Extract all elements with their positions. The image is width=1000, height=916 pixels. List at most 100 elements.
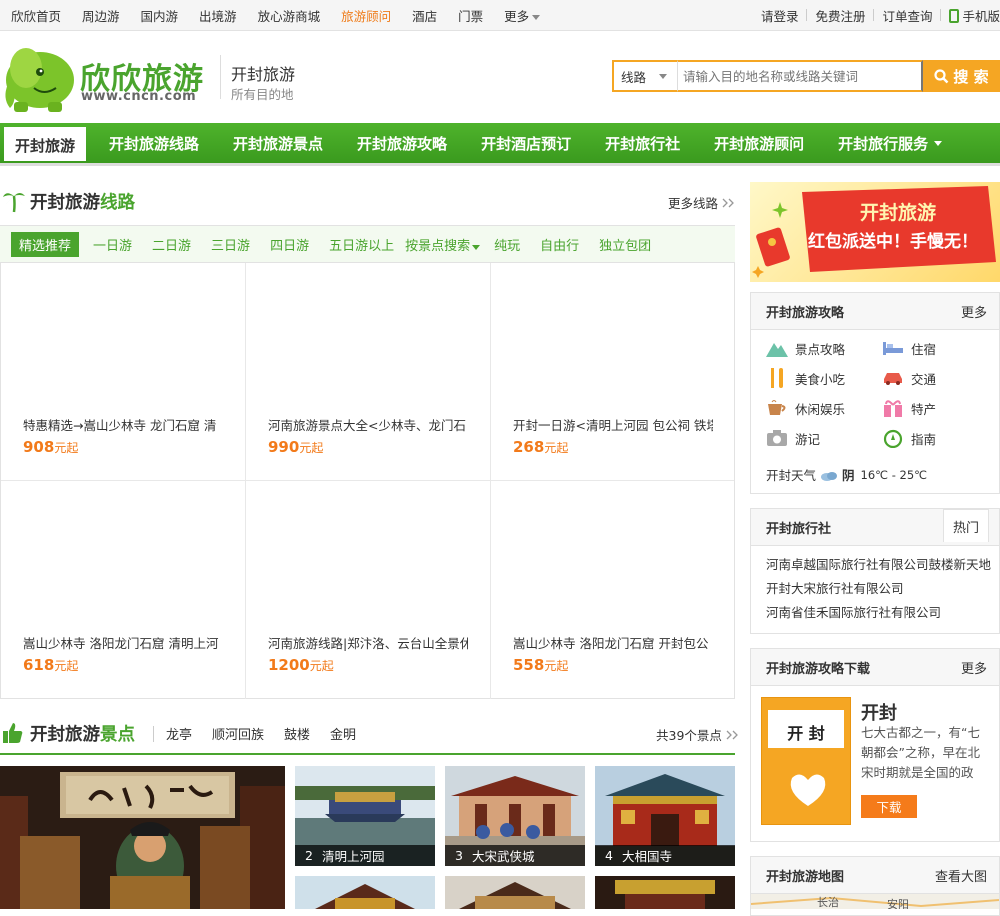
tab-pure[interactable]: 纯玩: [494, 235, 520, 254]
route-title[interactable]: 河南旅游线路|郑汴洛、云台山全景休: [268, 633, 468, 652]
nav-item-routes[interactable]: 开封旅游线路: [98, 123, 210, 163]
route-card[interactable]: 河南旅游景点大全<少林寺、龙门石 990元起: [246, 263, 491, 481]
tab-independent[interactable]: 自由行: [540, 235, 579, 254]
guide-item-handbook[interactable]: 指南: [882, 428, 936, 448]
guide-more-link[interactable]: 更多: [961, 302, 987, 321]
guide-item-lodging[interactable]: 住宿: [882, 338, 936, 358]
coffee-cup-icon: [766, 398, 788, 418]
spots-title: 开封旅游景点: [30, 721, 135, 746]
download-more-link[interactable]: 更多: [961, 658, 987, 677]
route-card[interactable]: 河南旅游线路|郑汴洛、云台山全景休 1200元起: [246, 481, 491, 699]
guide-item-spots[interactable]: 景点攻略: [766, 338, 845, 358]
spot-card[interactable]: 3 大宋武侠城: [445, 766, 585, 866]
nav-item-kaifeng[interactable]: 开封旅游: [4, 127, 87, 161]
top-link-mall[interactable]: 放心游商城: [258, 6, 321, 25]
tab-5day-plus[interactable]: 五日游以上: [329, 235, 394, 254]
route-title[interactable]: 开封一日游<清明上河园 包公祠 铁塔: [513, 415, 713, 434]
guidebook-cover[interactable]: 开 封: [761, 697, 851, 825]
tab-3day[interactable]: 三日游: [211, 235, 250, 254]
route-title[interactable]: 嵩山少林寺 洛阳龙门石窟 开封包公: [513, 633, 713, 652]
spot-tag[interactable]: 顺河回族: [212, 724, 264, 743]
nav-item-services[interactable]: 开封旅行服务: [827, 123, 953, 163]
guide-item-transport[interactable]: 交通: [882, 368, 936, 388]
spots-title-a: 开封旅游: [30, 724, 100, 745]
nav-item-agencies[interactable]: 开封旅行社: [594, 123, 691, 163]
spot-card[interactable]: 2 清明上河园: [295, 766, 435, 866]
agency-link[interactable]: 开封大宋旅行社有限公司: [766, 578, 904, 597]
spot-card[interactable]: [445, 876, 585, 909]
nav-item-hotels[interactable]: 开封酒店预订: [470, 123, 582, 163]
double-chevron-right-icon: [726, 730, 738, 739]
top-link-hotel[interactable]: 酒店: [412, 6, 437, 25]
top-link-domestic[interactable]: 国内游: [141, 6, 179, 25]
route-card[interactable]: 开封一日游<清明上河园 包公祠 铁塔 268元起: [491, 263, 734, 481]
map-more-link[interactable]: 查看大图: [935, 866, 987, 885]
spots-count-link[interactable]: 共39个景点: [656, 725, 740, 744]
nav-services-label: 开封旅行服务: [838, 134, 929, 153]
weather-info: 开封天气 阴 16℃ - 25℃: [766, 465, 927, 484]
map-label: 安阳: [887, 898, 909, 909]
search-input[interactable]: [678, 60, 923, 92]
city-switch[interactable]: 所有目的地: [231, 84, 294, 103]
pavilion-photo-icon: [295, 876, 435, 909]
route-card[interactable]: 嵩山少林寺 洛阳龙门石窟 清明上河 618元起: [1, 481, 246, 699]
mobile-link[interactable]: 手机版: [941, 6, 1000, 25]
more-routes-link[interactable]: 更多线路: [668, 193, 736, 212]
tab-by-spot[interactable]: 按景点搜索: [405, 235, 481, 254]
top-link-home[interactable]: 欣欣首页: [11, 6, 61, 25]
route-card[interactable]: 嵩山少林寺 洛阳龙门石窟 开封包公 558元起: [491, 481, 734, 699]
tab-2day[interactable]: 二日游: [152, 235, 191, 254]
agency-link[interactable]: 河南省佳禾国际旅行社有限公司: [766, 602, 941, 621]
download-button[interactable]: 下载: [861, 795, 917, 818]
spots-underline: [0, 753, 735, 755]
nav-item-advisors[interactable]: 开封旅游顾问: [703, 123, 815, 163]
register-link[interactable]: 免费注册: [807, 6, 873, 25]
route-price-value: 268: [513, 438, 545, 456]
top-link-nearby[interactable]: 周边游: [82, 6, 120, 25]
tab-1day[interactable]: 一日游: [93, 235, 132, 254]
orders-link[interactable]: 订单查询: [874, 6, 940, 25]
top-more-label: 更多: [504, 8, 530, 24]
spot-card[interactable]: 4 大相国寺: [595, 766, 735, 866]
route-title[interactable]: 河南旅游景点大全<少林寺、龙门石: [268, 415, 468, 434]
spot-card[interactable]: [295, 876, 435, 909]
spot-tag[interactable]: 龙亭: [166, 724, 192, 743]
search-type-select[interactable]: 线路: [612, 60, 678, 92]
top-bar: 欣欣首页 周边游 国内游 出境游 放心游商城 旅游顾问 酒店 门票 更多 请登录…: [0, 0, 1000, 31]
nav-item-guides[interactable]: 开封旅游攻略: [346, 123, 458, 163]
route-price-unit: 元起: [309, 659, 334, 673]
red-packet-banner[interactable]: 开封旅游 红包派送中！手慢无！: [750, 182, 1000, 282]
top-link-advisor[interactable]: 旅游顾问: [341, 6, 391, 25]
route-title[interactable]: 嵩山少林寺 洛阳龙门石窟 清明上河: [23, 633, 223, 652]
tab-hot[interactable]: 热门: [943, 509, 989, 542]
guide-name: 开封: [861, 703, 897, 724]
top-link-outbound[interactable]: 出境游: [199, 6, 237, 25]
guide-item-label: 景点攻略: [795, 341, 846, 357]
top-link-tickets[interactable]: 门票: [458, 6, 483, 25]
spot-featured-image[interactable]: [0, 766, 285, 909]
tab-featured[interactable]: 精选推荐: [11, 231, 80, 257]
top-link-more[interactable]: 更多: [504, 6, 541, 25]
agency-link[interactable]: 河南卓越国际旅行社有限公司鼓楼新天地: [766, 554, 991, 573]
top-account: 请登录 免费注册 订单查询 手机版: [753, 6, 1000, 25]
guide-header: 开封旅游攻略 更多: [751, 293, 999, 330]
spot-tag[interactable]: 金明: [330, 724, 356, 743]
route-card[interactable]: 特惠精选→嵩山少林寺 龙门石窟 清 908元起: [1, 263, 246, 481]
guide-item-specialty[interactable]: 特产: [882, 398, 936, 418]
site-logo[interactable]: 欣欣旅游 www.cncn.com: [0, 36, 212, 116]
route-title[interactable]: 特惠精选→嵩山少林寺 龙门石窟 清: [23, 415, 223, 434]
spot-card[interactable]: [595, 876, 735, 909]
banner-line1: 开封旅游: [860, 202, 937, 224]
spot-tag[interactable]: 鼓楼: [284, 724, 310, 743]
weather-condition: 阴: [842, 468, 855, 483]
gate-photo-icon: [595, 876, 735, 909]
guide-item-leisure[interactable]: 休闲娱乐: [766, 398, 845, 418]
guide-item-travelogue[interactable]: 游记: [766, 428, 820, 448]
map-preview[interactable]: 长治 安阳: [751, 894, 999, 909]
guide-item-food[interactable]: 美食小吃: [766, 368, 845, 388]
nav-item-spots[interactable]: 开封旅游景点: [222, 123, 334, 163]
login-link[interactable]: 请登录: [753, 6, 807, 25]
tab-4day[interactable]: 四日游: [270, 235, 309, 254]
tab-private[interactable]: 独立包团: [599, 235, 651, 254]
search-button[interactable]: 搜 索: [923, 60, 1000, 92]
